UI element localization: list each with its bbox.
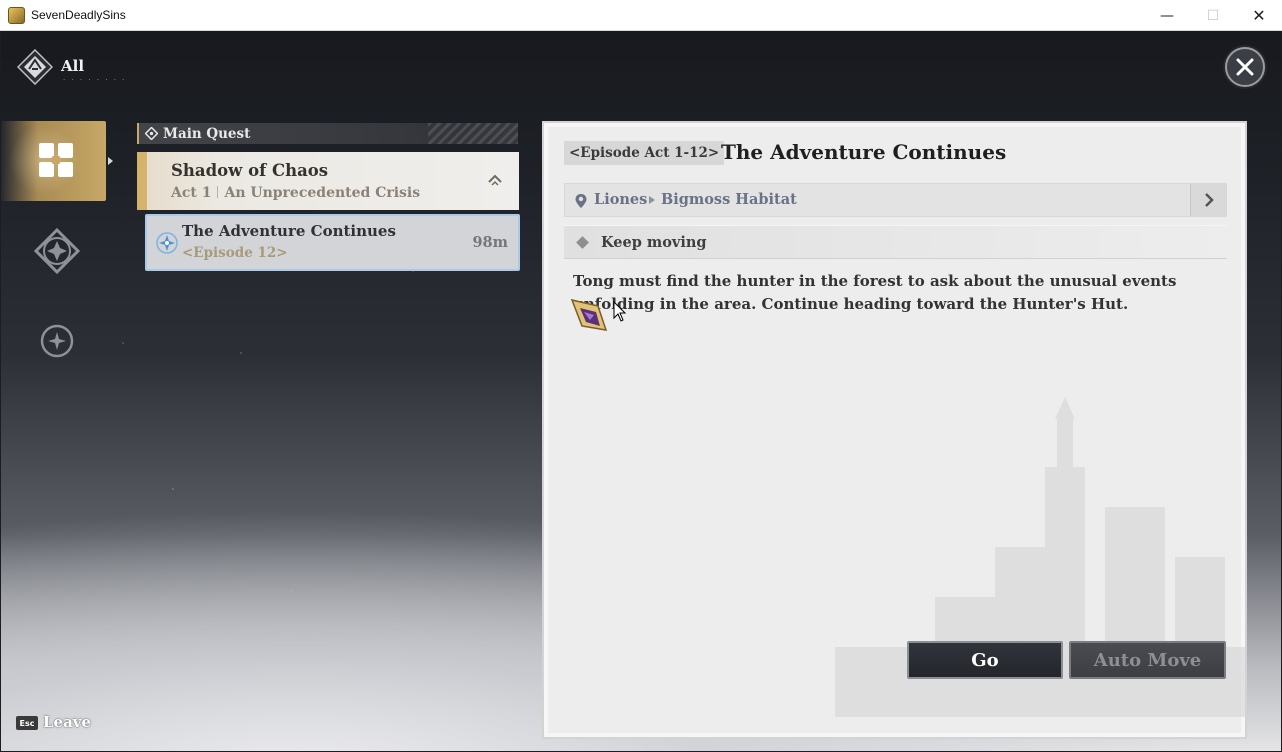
star-compass-icon	[34, 228, 80, 274]
app-icon	[8, 7, 25, 24]
quest-detail-title: The Adventure Continues	[721, 140, 1007, 164]
four-petal-icon	[39, 143, 73, 177]
header-label: All	[61, 57, 85, 75]
maximize-button[interactable]: ☐	[1190, 0, 1236, 31]
chapter-act: Act 1 An Unprecedented Crisis	[171, 185, 420, 201]
go-button[interactable]: Go	[907, 641, 1063, 679]
episode-tag: <Episode Act 1-12>	[564, 141, 725, 165]
nav-active-arrow	[108, 157, 113, 165]
close-icon	[1236, 58, 1254, 76]
chevron-right-icon	[1204, 193, 1214, 207]
minimize-button[interactable]: —	[1144, 0, 1190, 31]
nav-item-all-quests[interactable]	[1, 121, 113, 201]
chapter-header[interactable]: Shadow of Chaos Act 1 An Unprecedented Cr…	[137, 152, 519, 210]
quest-description: Tong must find the hunter in the forest …	[573, 272, 1177, 313]
map-pin-icon	[575, 194, 587, 208]
window-title: SevenDeadlySins	[31, 8, 126, 22]
quest-title: The Adventure Continues	[182, 222, 396, 240]
quest-distance: 98m	[472, 234, 508, 251]
chapter-title: Shadow of Chaos	[171, 161, 329, 180]
chapter-act-number: Act 1	[171, 185, 212, 201]
location-bar: Liones Bigmoss Habitat	[564, 183, 1227, 217]
sparkle-circle-icon	[40, 324, 74, 358]
nav-item-side-quests[interactable]	[34, 228, 80, 274]
chapter-act-title: An Unprecedented Crisis	[224, 185, 421, 201]
header-subtitle: · · · · · · · ·	[63, 76, 127, 84]
section-label: Main Quest	[163, 126, 251, 142]
auto-move-button[interactable]: Auto Move	[1069, 641, 1226, 679]
section-hatch	[428, 123, 518, 144]
act-separator	[217, 186, 219, 198]
quest-list-item-selected[interactable]: The Adventure Continues <Episode 12> 98m	[145, 214, 520, 271]
mouse-cursor-icon	[613, 301, 627, 322]
location-separator-arrow	[649, 196, 655, 204]
quest-target-icon	[156, 232, 178, 254]
close-menu-button[interactable]	[1225, 47, 1265, 87]
quest-details-panel: <Episode Act 1-12> The Adventure Continu…	[542, 121, 1247, 739]
objective-bar: Keep moving	[564, 225, 1227, 259]
location-region: Liones	[594, 191, 648, 208]
esc-key-icon: Esc	[16, 716, 38, 730]
game-viewport: All · · · · · · · · Main Quest Shadow of…	[1, 31, 1281, 751]
window-titlebar: SevenDeadlySins — ☐ ✕	[0, 0, 1282, 31]
location-area: Bigmoss Habitat	[661, 191, 797, 208]
objective-text: Keep moving	[601, 234, 707, 251]
collapse-caret-icon[interactable]	[485, 170, 505, 190]
crystal-icon	[570, 298, 608, 331]
leave-button[interactable]: Leave	[43, 713, 91, 731]
objective-diamond-icon	[576, 236, 589, 249]
section-header-main-quest: Main Quest	[137, 123, 518, 144]
quest-emblem-icon	[17, 49, 53, 85]
window-close-button[interactable]: ✕	[1236, 0, 1282, 31]
quest-episode: <Episode 12>	[182, 245, 288, 261]
nav-item-other-quests[interactable]	[39, 323, 75, 359]
quest-diamond-icon	[145, 127, 158, 140]
open-map-button[interactable]	[1190, 184, 1226, 216]
